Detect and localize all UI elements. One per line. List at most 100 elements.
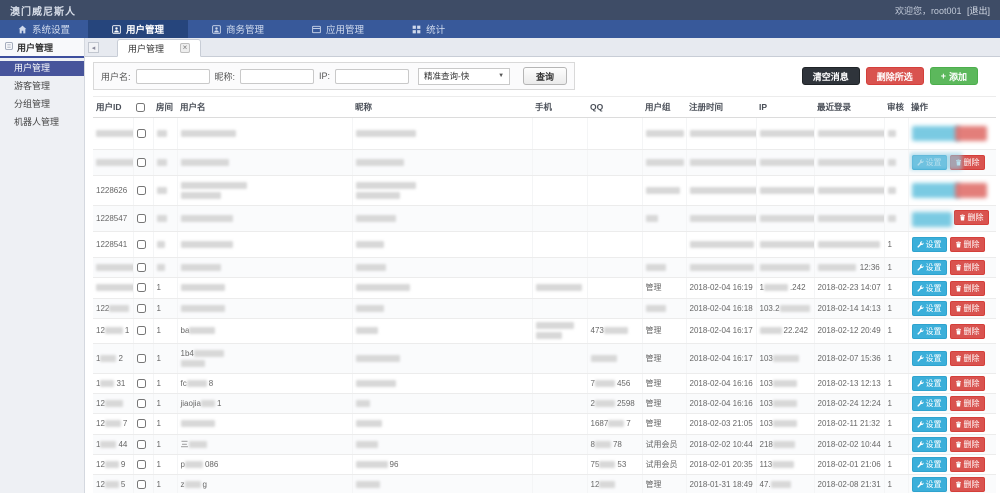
delete-row-button[interactable]: 删除 <box>950 237 985 252</box>
cell-text: 2018-02-04 16:19 <box>690 283 753 292</box>
room-cell: 1 <box>153 278 177 299</box>
cell-text: 12:36 <box>858 263 880 272</box>
redacted-buttons <box>955 183 987 198</box>
row-checkbox[interactable] <box>137 129 146 138</box>
row-checkbox[interactable] <box>137 263 146 272</box>
redacted-text <box>595 380 615 387</box>
tab-user-management[interactable]: 用户管理 × <box>117 39 201 57</box>
settings-row-button[interactable]: 设置 <box>912 281 947 296</box>
delete-row-button[interactable]: 删除 <box>950 396 985 411</box>
delete-row-button[interactable]: 删除 <box>950 457 985 472</box>
query-mode-select[interactable]: 精准查询-快 ▼ <box>418 68 510 85</box>
delete-row-button[interactable]: 删除 <box>950 281 985 296</box>
cell-text: 1 <box>217 399 221 408</box>
settings-row-button[interactable]: 设置 <box>912 477 947 492</box>
add-button[interactable]: +添加 <box>930 67 978 85</box>
redacted-text <box>818 241 880 248</box>
delete-row-button[interactable]: 删除 <box>950 324 985 339</box>
redacted-text <box>780 305 810 312</box>
ops-cell <box>908 118 996 150</box>
room-cell <box>153 150 177 176</box>
id-cell <box>93 118 133 150</box>
row-checkbox[interactable] <box>137 283 146 292</box>
settings-row-button-label: 设置 <box>926 239 942 250</box>
delete-row-button[interactable]: 删除 <box>954 210 989 225</box>
delete-row-button[interactable]: 删除 <box>950 376 985 391</box>
settings-row-button[interactable]: 设置 <box>912 437 947 452</box>
plus-icon: + <box>941 71 946 81</box>
row-checkbox[interactable] <box>137 304 146 313</box>
settings-row-button[interactable]: 设置 <box>912 351 947 366</box>
delete-row-button[interactable]: 删除 <box>950 417 985 432</box>
logout-link[interactable]: [退出] <box>967 6 990 16</box>
delete-row-button[interactable]: 删除 <box>950 301 985 316</box>
delete-row-button[interactable]: 删除 <box>950 351 985 366</box>
row-checkbox[interactable] <box>137 326 146 335</box>
cb-cell <box>133 150 153 176</box>
audit-cell: 1 <box>884 414 908 435</box>
row-checkbox[interactable] <box>137 214 146 223</box>
cell-text: 1 <box>157 480 161 489</box>
cell-text: 2018-02-04 16:18 <box>690 304 753 313</box>
room-cell: 1 <box>153 475 177 493</box>
last-cell: 2018-02-13 12:13 <box>814 374 884 394</box>
nav-item-statistics[interactable]: 统计 <box>388 20 469 38</box>
settings-row-button[interactable]: 设置 <box>912 396 947 411</box>
row-checkbox[interactable] <box>137 186 146 195</box>
sidebar-item-guest-management[interactable]: 游客管理 <box>0 79 84 94</box>
nav-item-app-management[interactable]: 应用管理 <box>288 20 388 38</box>
ip-input[interactable] <box>335 69 409 84</box>
row-checkbox[interactable] <box>137 158 146 167</box>
audit-cell: 1 <box>884 435 908 455</box>
row-checkbox[interactable] <box>137 460 146 469</box>
table-row: 12:361设置删除 <box>93 258 996 278</box>
username-input[interactable] <box>136 69 210 84</box>
cell-text: 12 <box>591 480 600 489</box>
room-cell <box>153 118 177 150</box>
row-checkbox[interactable] <box>137 480 146 489</box>
search-button[interactable]: 查询 <box>523 67 567 85</box>
sidebar-item-group-management[interactable]: 分组管理 <box>0 97 84 112</box>
nav-item-system-settings[interactable]: 系统设置 <box>0 20 88 38</box>
select-all-checkbox[interactable] <box>136 103 145 112</box>
cell-text: ba <box>181 326 190 335</box>
cell-text: 473 <box>591 326 604 335</box>
row-checkbox[interactable] <box>137 240 146 249</box>
cell-text: 1 <box>157 304 161 313</box>
cell-text: 96 <box>390 460 399 469</box>
room-cell: 1 <box>153 414 177 435</box>
tab-scroll-left-icon[interactable]: ◂ <box>88 42 99 53</box>
nav-item-business-management[interactable]: 商务管理 <box>188 20 288 38</box>
settings-row-button[interactable]: 设置 <box>912 457 947 472</box>
row-checkbox[interactable] <box>137 354 146 363</box>
delete-row-button[interactable]: 删除 <box>950 437 985 452</box>
redacted-text <box>189 441 207 448</box>
delete-row-button[interactable]: 删除 <box>950 260 985 275</box>
nav-item-user-management[interactable]: 用户管理 <box>88 20 188 38</box>
delete-row-button-label: 删除 <box>964 303 980 314</box>
settings-row-button[interactable]: 设置 <box>912 324 947 339</box>
nickname-input[interactable] <box>240 69 314 84</box>
apps-icon <box>312 25 321 34</box>
delete-selected-button[interactable]: 删除所选 <box>866 67 924 85</box>
table-row: 1441三878试用会员2018-02-02 10:442182018-02-0… <box>93 435 996 455</box>
settings-row-button[interactable]: 设置 <box>912 417 947 432</box>
audit-cell: 1 <box>884 344 908 374</box>
settings-row-button[interactable]: 设置 <box>912 376 947 391</box>
sidebar-item-user-management[interactable]: 用户管理 <box>0 61 84 76</box>
clear-messages-button[interactable]: 清空消息 <box>802 67 860 85</box>
redacted-text <box>181 182 247 189</box>
row-checkbox[interactable] <box>137 379 146 388</box>
row-checkbox[interactable] <box>137 419 146 428</box>
reg-cell: 2018-02-02 10:44 <box>686 435 756 455</box>
row-checkbox[interactable] <box>137 440 146 449</box>
settings-row-button[interactable]: 设置 <box>912 260 947 275</box>
row-checkbox[interactable] <box>137 399 146 408</box>
close-icon[interactable]: × <box>180 43 190 53</box>
settings-row-button[interactable]: 设置 <box>912 237 947 252</box>
cell-text: 1 <box>157 460 161 469</box>
settings-row-button[interactable]: 设置 <box>912 301 947 316</box>
redacted-overlay <box>910 153 962 170</box>
delete-row-button[interactable]: 删除 <box>950 477 985 492</box>
sidebar-item-robot-management[interactable]: 机器人管理 <box>0 115 84 130</box>
